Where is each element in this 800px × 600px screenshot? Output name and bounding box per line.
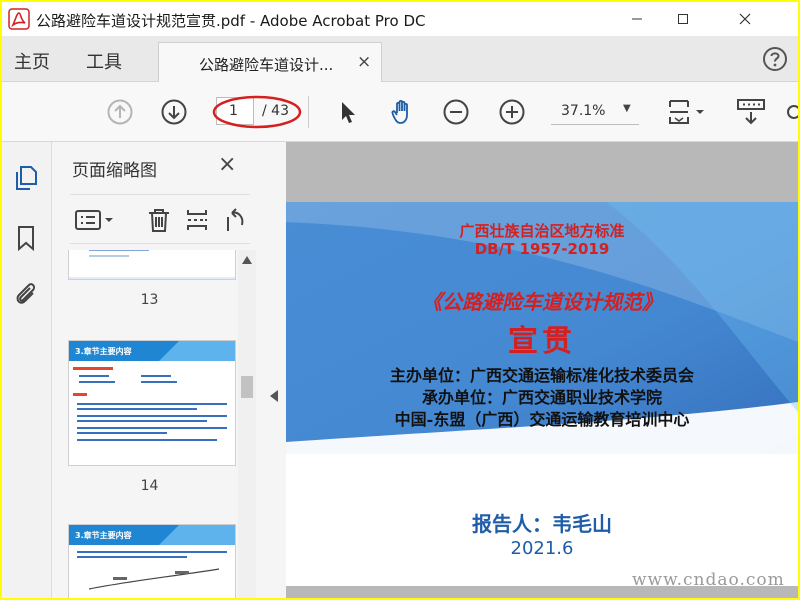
close-window-button[interactable] — [722, 2, 768, 36]
maximize-icon — [678, 14, 688, 24]
document-tab[interactable]: 公路避险车道设计... × — [158, 42, 382, 83]
thumbnail-list: 13 3.章节主要内容 14 3.章节主要内容 — [52, 250, 247, 598]
left-icon-rail — [2, 142, 52, 598]
menu-bar: 主页 工具 公路避险车道设计... × — [2, 36, 798, 83]
toolbar: 1 / 43 37.1% ▼ — [2, 82, 798, 142]
thumbnail-page[interactable]: 3.章节主要内容 — [68, 340, 236, 466]
page-fit-icon[interactable] — [666, 98, 712, 126]
thumbnail-page-number: 14 — [140, 478, 159, 494]
zoom-dropdown[interactable]: 37.1% ▼ — [551, 97, 639, 125]
tab-close-icon[interactable]: × — [357, 52, 371, 72]
document-subtitle: 宣贯 — [508, 324, 576, 359]
bookmark-icon[interactable] — [12, 224, 40, 252]
read-mode-icon[interactable] — [736, 98, 768, 126]
delete-page-icon[interactable] — [146, 207, 172, 233]
thumbnail-heading: 3.章节主要内容 — [75, 347, 132, 356]
rotate-page-icon[interactable] — [222, 207, 248, 233]
thumbnail-content — [69, 250, 235, 279]
standard-number: DB/T 1957-2019 — [474, 240, 610, 258]
zoom-in-icon[interactable] — [498, 98, 526, 126]
prev-page-icon[interactable] — [106, 98, 134, 126]
toolbar-separator — [308, 96, 309, 128]
reporter: 报告人：韦毛山 — [472, 512, 612, 536]
standard-org: 广西壮族自治区地方标准 — [459, 222, 625, 240]
zoom-out-icon[interactable] — [442, 98, 470, 126]
co-organizer: 承办单位：广西交通职业技术学院 — [421, 388, 662, 407]
pdf-page: 广西壮族自治区地方标准 DB/T 1957-2019 《公路避险车道设计规范》 … — [286, 202, 798, 586]
insert-page-icon[interactable] — [184, 207, 210, 233]
thumbnail-page[interactable]: 3.章节主要内容 — [68, 524, 236, 598]
document-date: 2021.6 — [510, 538, 574, 559]
thumbnails-title: 页面缩略图 — [72, 161, 157, 181]
collapse-panel-icon[interactable] — [268, 388, 280, 404]
title-bar: 公路避险车道设计规范宣贯.pdf - Adobe Acrobat Pro DC — [2, 2, 798, 36]
thumbnails-panel: 页面缩略图 × 13 3.章节主要内容 14 3.章节主要内容 — [52, 142, 262, 598]
maximize-button[interactable] — [660, 2, 706, 36]
minimize-button[interactable] — [614, 2, 660, 36]
watermark: www.cndao.com — [632, 570, 785, 590]
document-tab-label: 公路避险车道设计... — [199, 56, 334, 74]
acrobat-logo-icon — [8, 8, 30, 30]
document-title: 《公路避险车道设计规范》 — [422, 290, 662, 314]
next-page-icon[interactable] — [160, 98, 188, 126]
hand-icon[interactable] — [388, 98, 416, 126]
options-menu-icon[interactable] — [74, 207, 116, 233]
training-center: 中国-东盟（广西）交通运输教育培训中心 — [394, 410, 690, 429]
scrollbar-thumb[interactable] — [241, 376, 253, 398]
zoom-value: 37.1% — [561, 103, 606, 119]
thumbnail-page[interactable] — [68, 250, 236, 280]
select-arrow-icon[interactable] — [334, 98, 362, 126]
close-icon — [739, 13, 751, 25]
thumbnails-toolbar — [70, 194, 250, 244]
window-title: 公路避险车道设计规范宣贯.pdf - Adobe Acrobat Pro DC — [36, 12, 426, 30]
thumbnail-heading: 3.章节主要内容 — [75, 531, 132, 540]
acrobat-window: 公路避险车道设计规范宣贯.pdf - Adobe Acrobat Pro DC … — [2, 2, 798, 598]
chevron-down-icon: ▼ — [623, 103, 631, 114]
thumbnail-page-number: 13 — [140, 292, 159, 308]
attachment-icon[interactable] — [12, 280, 40, 308]
more-tools-icon[interactable] — [784, 98, 798, 126]
red-highlight-oval — [212, 95, 302, 129]
thumbnail-content — [69, 341, 235, 441]
document-view: 广西壮族自治区地方标准 DB/T 1957-2019 《公路避险车道设计规范》 … — [286, 142, 798, 598]
minimize-icon — [632, 18, 642, 20]
menu-tools[interactable]: 工具 — [86, 48, 122, 74]
host-organizer: 主办单位：广西交通运输标准化技术委员会 — [389, 366, 694, 385]
thumbnail-scrollbar[interactable] — [238, 250, 256, 598]
menu-home[interactable]: 主页 — [14, 48, 50, 74]
scroll-up-icon[interactable] — [242, 256, 252, 264]
help-icon[interactable] — [762, 46, 788, 72]
close-panel-icon[interactable]: × — [218, 152, 236, 177]
page-thumbnails-icon[interactable] — [12, 164, 40, 192]
